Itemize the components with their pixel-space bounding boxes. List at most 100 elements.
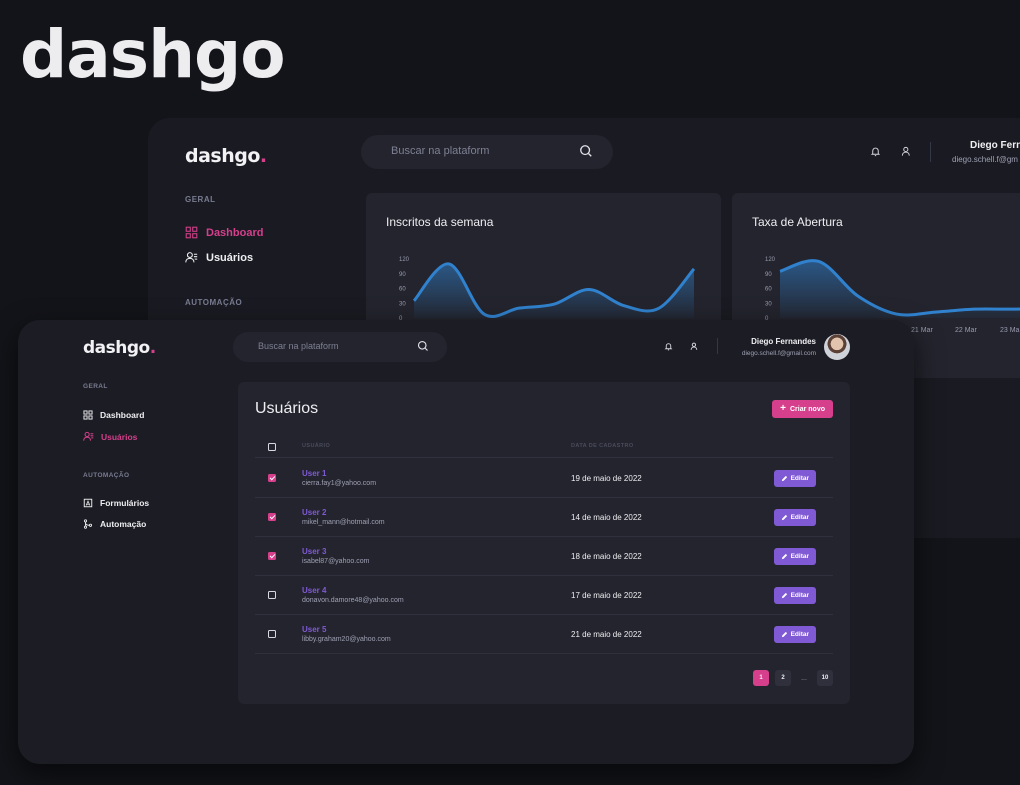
sidebar-section-automation: AUTOMAÇÃO: [83, 472, 130, 479]
created-date: 18 de maio de 2022: [571, 552, 642, 561]
pencil-icon: [781, 592, 787, 599]
created-date: 21 de maio de 2022: [571, 630, 642, 639]
y-tick-label: 120: [765, 257, 776, 263]
edit-button[interactable]: Editar: [773, 470, 816, 487]
sidebar-item-label: Dashboard: [100, 410, 145, 420]
row-checkbox[interactable]: [268, 552, 276, 560]
user-email: donavon.damore48@yahoo.com: [302, 597, 404, 604]
table-header: USUÁRIO DATA DE CADASTRO: [255, 438, 833, 458]
form-icon: [83, 498, 93, 508]
y-tick-label: 60: [399, 287, 406, 293]
sidebar-item-dashboard[interactable]: Dashboard: [83, 410, 144, 420]
pencil-icon: [781, 631, 787, 638]
bell-icon[interactable]: [870, 146, 881, 157]
app-logo[interactable]: dashgo.: [185, 145, 267, 167]
sidebar-item-dashboard[interactable]: Dashboard: [185, 226, 263, 239]
divider: [930, 142, 931, 162]
edit-button[interactable]: Editar: [773, 509, 816, 526]
user-name-link[interactable]: User 4: [302, 586, 326, 595]
users-panel: Usuários + Criar novo USUÁRIO DATA DE CA…: [238, 382, 850, 704]
user-name-link[interactable]: User 2: [302, 508, 326, 517]
users-icon: [185, 252, 198, 263]
table-row: User 4 donavon.damore48@yahoo.com 17 de ma…: [255, 576, 833, 615]
sidebar-item-automation[interactable]: Automação: [83, 519, 146, 529]
user-email: diego.schell.f@gm: [952, 155, 1018, 164]
y-tick-label: 90: [399, 272, 406, 278]
sidebar-section-general: GERAL: [83, 383, 108, 390]
dashboard-grid-icon: [83, 410, 93, 420]
create-user-button[interactable]: + Criar novo: [772, 400, 833, 418]
bell-icon[interactable]: [664, 342, 673, 351]
sidebar-item-users[interactable]: Usuários: [83, 431, 137, 442]
x-tick-label: 21 Mar: [911, 327, 933, 334]
edit-button[interactable]: Editar: [773, 626, 816, 643]
user-name-link[interactable]: User 1: [302, 469, 326, 478]
edit-label: Editar: [790, 475, 809, 482]
row-checkbox[interactable]: [268, 591, 276, 599]
select-all-checkbox[interactable]: [268, 443, 276, 451]
search-bar[interactable]: Buscar na plataform: [361, 135, 613, 169]
user-add-icon[interactable]: [901, 146, 912, 157]
pencil-icon: [781, 514, 787, 521]
edit-button[interactable]: Editar: [773, 587, 816, 604]
user-email: diego.schell.f@gmail.com: [741, 350, 816, 357]
created-date: 19 de maio de 2022: [571, 474, 642, 483]
sidebar-item-label: Usuários: [101, 431, 138, 442]
pencil-icon: [781, 475, 787, 482]
user-email: isabel87@yahoo.com: [302, 558, 370, 565]
edit-label: Editar: [790, 592, 809, 599]
search-input[interactable]: Buscar na plataform: [391, 145, 489, 157]
x-tick-label: 22 Mar: [955, 327, 977, 334]
sidebar-item-label: Formulários: [100, 498, 150, 508]
y-tick-label: 30: [399, 301, 406, 307]
table-row: User 3 isabel87@yahoo.com 18 de maio de 20…: [255, 537, 833, 576]
user-email: mikel_mann@hotmail.com: [302, 519, 385, 526]
hero-title: dashgo: [20, 16, 286, 93]
y-tick-label: 30: [765, 301, 772, 307]
page-title: Usuários: [255, 400, 319, 417]
user-name: Diego Fernandes: [751, 337, 816, 346]
search-input[interactable]: Buscar na plataform: [258, 341, 339, 351]
pagination: 1 2... 10: [753, 670, 833, 686]
table-row: User 2 mikel_mann@hotmail.com 14 de maio d…: [255, 498, 833, 537]
sidebar-item-label: Automação: [100, 519, 147, 529]
y-tick-label: 120: [399, 257, 410, 263]
x-tick-label: 23 Ma: [1000, 327, 1020, 334]
users-window: dashgo. Buscar na plataform Diego Fernan…: [18, 320, 914, 764]
column-header-date: DATA DE CADASTRO: [571, 443, 634, 449]
table-row: User 5 libby.graham20@yahoo.com 21 de maio…: [255, 615, 833, 654]
pagination-ellipsis: ...: [801, 674, 807, 682]
page-button[interactable]: 2: [775, 670, 791, 686]
plus-icon: +: [780, 403, 786, 414]
page-button[interactable]: 1: [753, 670, 769, 686]
divider: [717, 338, 718, 354]
row-checkbox[interactable]: [268, 630, 276, 638]
edit-label: Editar: [790, 553, 809, 560]
column-header-user: USUÁRIO: [302, 443, 331, 449]
edit-button[interactable]: Editar: [773, 548, 816, 565]
user-email: cierra.fay1@yahoo.com: [302, 480, 377, 487]
app-logo[interactable]: dashgo.: [83, 338, 156, 358]
git-merge-icon: [83, 519, 93, 529]
avatar[interactable]: [824, 334, 850, 360]
sidebar-item-users[interactable]: Usuários: [185, 251, 253, 264]
sidebar-section-automation: AUTOMAÇÃO: [185, 298, 243, 307]
sidebar-item-label: Dashboard: [206, 226, 264, 239]
search-bar[interactable]: Buscar na plataform: [233, 332, 447, 362]
search-icon[interactable]: [417, 340, 429, 352]
user-email: libby.graham20@yahoo.com: [302, 636, 391, 643]
search-icon[interactable]: [579, 144, 593, 158]
user-name: Diego Fern: [970, 140, 1020, 151]
sidebar-item-label: Usuários: [206, 251, 254, 264]
row-checkbox[interactable]: [268, 474, 276, 482]
user-add-icon[interactable]: [690, 342, 699, 351]
row-checkbox[interactable]: [268, 513, 276, 521]
users-icon: [83, 431, 94, 441]
user-name-link[interactable]: User 5: [302, 625, 326, 634]
created-date: 14 de maio de 2022: [571, 513, 642, 522]
y-tick-label: 90: [765, 272, 772, 278]
page-button[interactable]: 10: [817, 670, 833, 686]
sidebar-item-forms[interactable]: Formulários: [83, 498, 149, 508]
user-name-link[interactable]: User 3: [302, 547, 326, 556]
y-tick-label: 60: [765, 287, 772, 293]
